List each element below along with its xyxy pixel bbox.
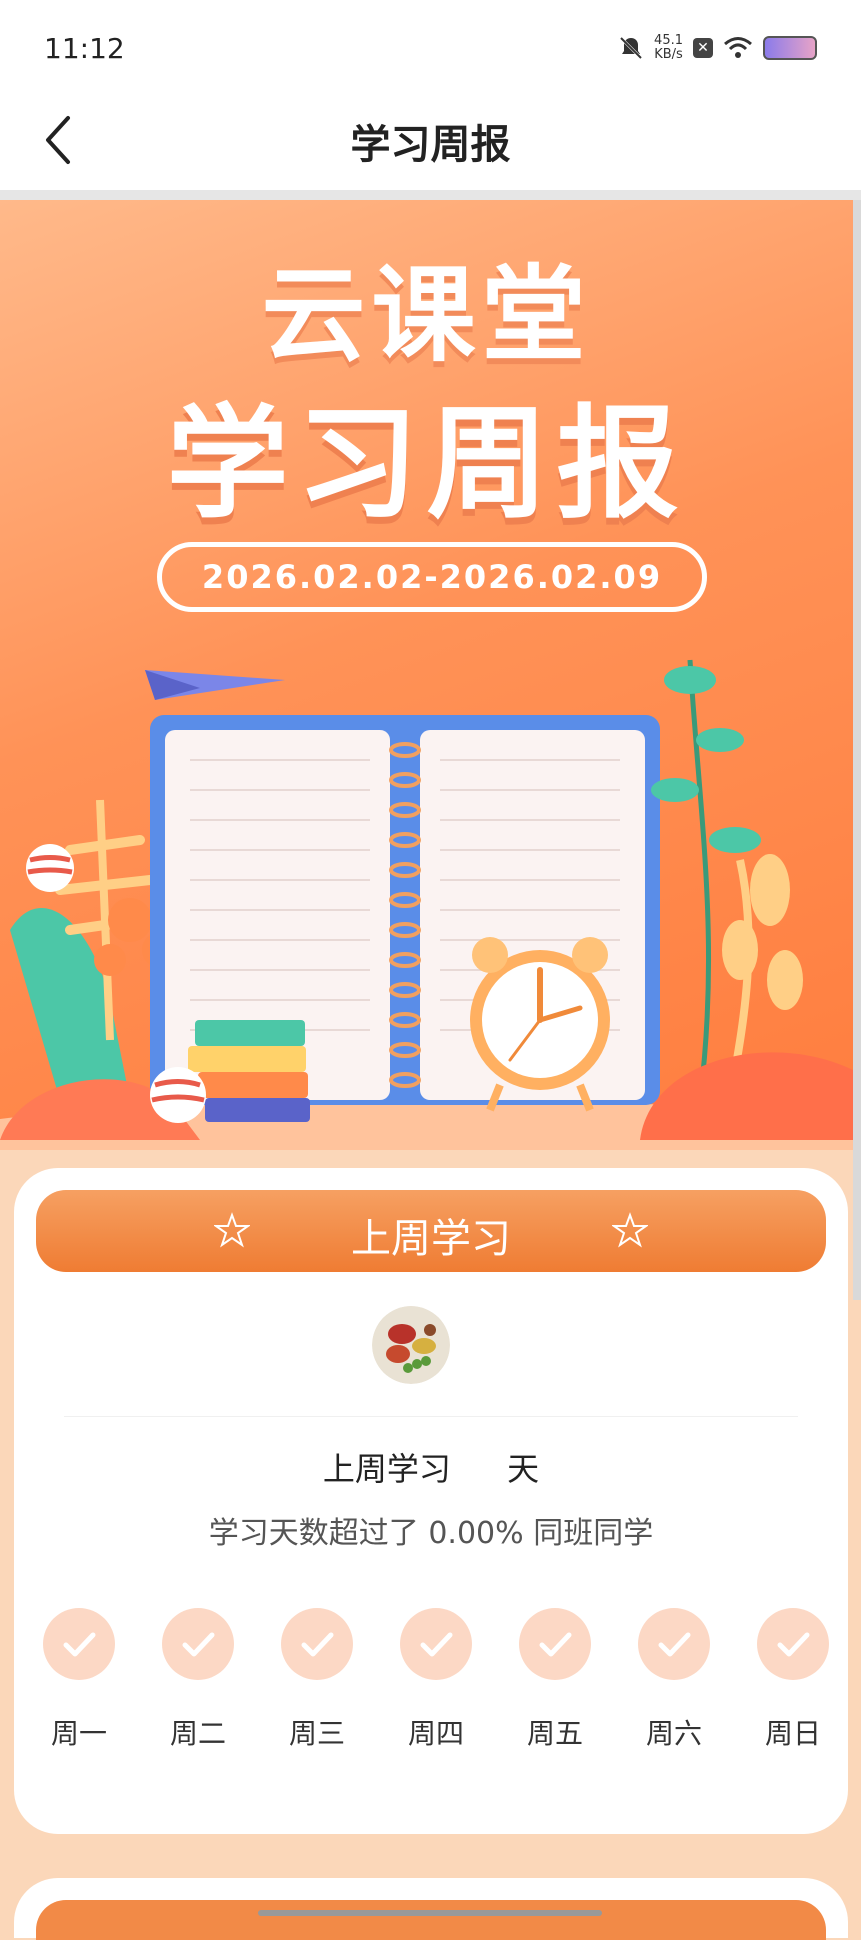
compare-prefix: 学习天数超过了 [208, 1516, 419, 1551]
nav-bar: 学习周报 [0, 90, 861, 190]
compare-value: 0.00% [428, 1516, 524, 1551]
weekday-item: 周四 [391, 1608, 481, 1752]
weekday-label: 周四 [407, 1717, 464, 1750]
weekday-label: 周五 [526, 1717, 583, 1750]
date-range-pill: 2026.02.02-2026.02.09 [157, 542, 707, 612]
notebook-illustration [0, 659, 853, 1150]
last-week-study-card: 上周学习 上周学习 天 学习天数超过了 0.00% 同班同学 周一 周二 周三 … [14, 1168, 848, 1834]
weekday-label: 周三 [288, 1717, 345, 1750]
class-comparison-text: 学习天数超过了 0.00% 同班同学 [14, 1508, 848, 1552]
next-report-card [14, 1878, 848, 1940]
card-title: 上周学习 [351, 1216, 511, 1262]
status-time: 11:12 [44, 32, 125, 65]
banner-title-line1: 云课堂 [261, 254, 592, 376]
wifi-icon [724, 37, 752, 58]
net-speed-unit: KB/s [654, 47, 683, 62]
check-circle-icon [638, 1608, 710, 1680]
check-circle-icon [519, 1608, 591, 1680]
next-card-header [36, 1900, 826, 1940]
divider [64, 1416, 798, 1417]
status-icons: 45.1 KB/s ✕ [618, 34, 817, 62]
page-title: 学习周报 [350, 122, 511, 168]
weekday-checklist: 周一 周二 周三 周四 周五 周六 周日 [34, 1608, 834, 1768]
study-days-text: 上周学习 天 [14, 1444, 848, 1490]
weekday-item: 周三 [272, 1608, 362, 1752]
star-icon [612, 1212, 648, 1248]
weekday-label: 周一 [50, 1717, 107, 1750]
check-circle-icon [43, 1608, 115, 1680]
study-days-prefix: 上周学习 [322, 1450, 451, 1488]
no-sim-icon: ✕ [693, 38, 713, 58]
weekday-item: 周一 [34, 1608, 124, 1752]
weekday-label: 周六 [645, 1717, 702, 1750]
home-indicator[interactable] [258, 1910, 602, 1916]
compare-suffix: 同班同学 [533, 1516, 654, 1551]
weekday-item: 周五 [510, 1608, 600, 1752]
check-circle-icon [400, 1608, 472, 1680]
weekly-report-banner: 云课堂 学习周报 2026.02.02-2026.02.09 [0, 200, 853, 1150]
study-days-unit: 天 [507, 1450, 540, 1488]
check-circle-icon [281, 1608, 353, 1680]
weekday-label: 周日 [764, 1717, 821, 1750]
check-circle-icon [162, 1608, 234, 1680]
mute-bell-icon [619, 36, 643, 60]
avatar [372, 1306, 450, 1384]
weekday-item: 周二 [153, 1608, 243, 1752]
battery-icon [763, 36, 817, 60]
status-bar: 11:12 45.1 KB/s ✕ [0, 0, 861, 90]
card-header: 上周学习 [36, 1190, 826, 1272]
weekday-label: 周二 [169, 1717, 226, 1750]
weekday-item: 周六 [629, 1608, 719, 1752]
net-speed-value: 45.1 [654, 33, 683, 48]
nav-divider [0, 190, 861, 200]
check-circle-icon [757, 1608, 829, 1680]
banner-title-line2: 学习周报 [166, 393, 687, 535]
weekday-item: 周日 [748, 1608, 838, 1752]
scrollbar[interactable] [853, 200, 861, 1300]
net-speed: 45.1 KB/s [654, 34, 683, 62]
